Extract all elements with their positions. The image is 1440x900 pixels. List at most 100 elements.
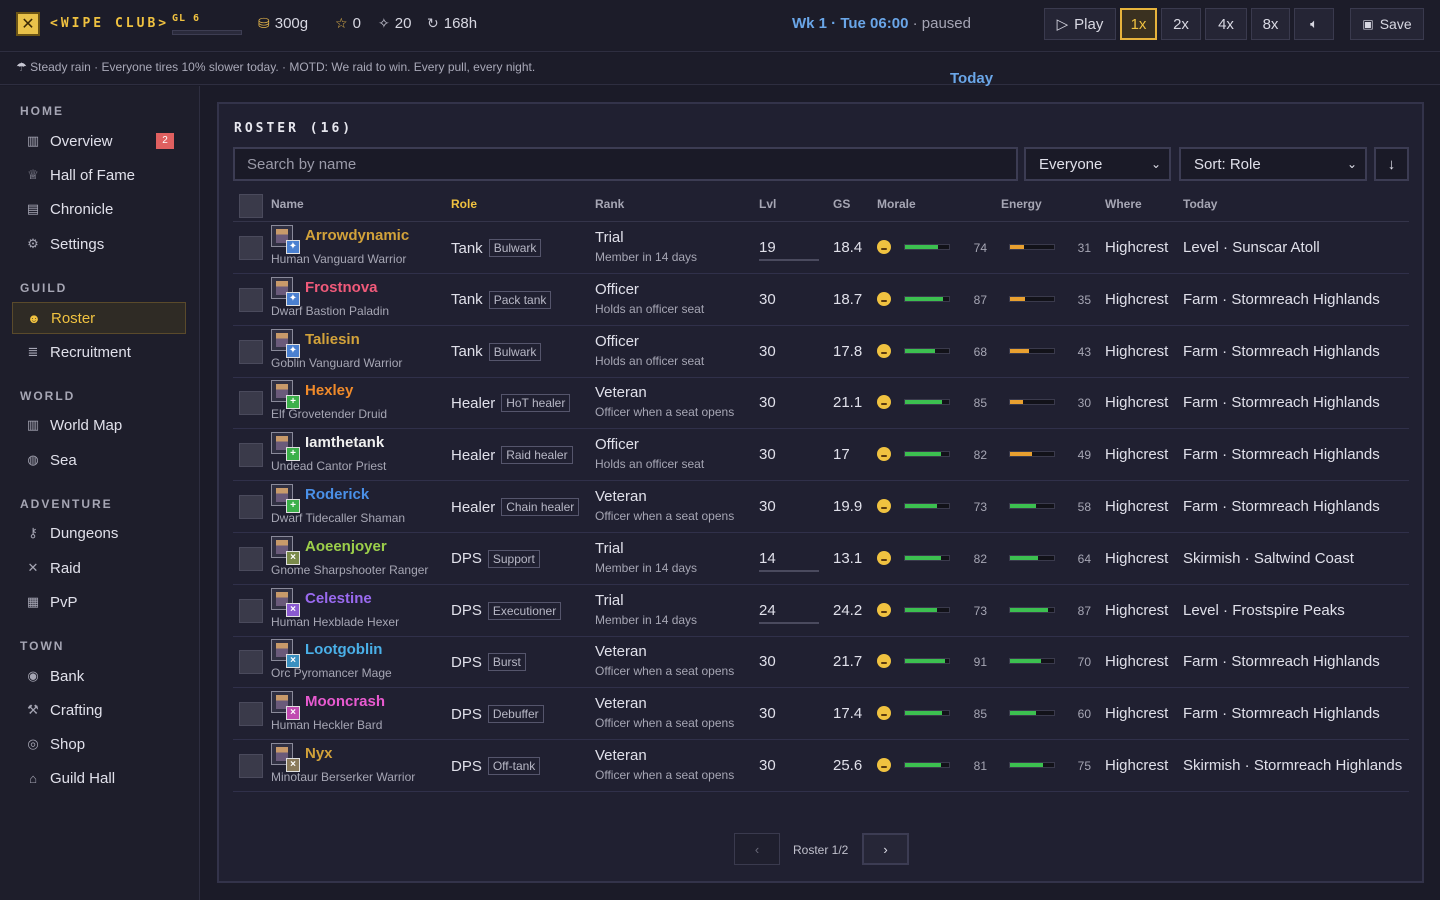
col-gs[interactable]: GS [833, 197, 850, 211]
col-morale[interactable]: Morale [877, 197, 916, 211]
sidebar-item-guild-hall[interactable]: ⌂ Guild Hall [12, 762, 186, 794]
prev-page-button[interactable]: ‹ [734, 833, 780, 865]
sort-select[interactable]: Sort: Role ⌄ [1179, 147, 1367, 181]
sidebar-item-overview[interactable]: ▥ Overview 2 [12, 125, 186, 157]
character-name[interactable]: Mooncrash [305, 693, 385, 710]
character-name[interactable]: Roderick [305, 486, 369, 503]
location: Highcrest [1105, 498, 1169, 515]
search-input[interactable] [233, 147, 1018, 181]
gear-score: 17 [833, 446, 850, 464]
sound-button[interactable]: 🔈︎ [1294, 8, 1334, 40]
select-all-checkbox[interactable] [239, 194, 263, 218]
sidebar-item-sea[interactable]: ◍ Sea [12, 444, 186, 476]
sparks-stat: ✧ 20 [378, 15, 411, 32]
row-checkbox[interactable] [239, 391, 263, 416]
morale-face-icon [877, 550, 891, 565]
top-bar: ✕ <WIPE CLUB> GL 6 ⛁ 300g ☆ 0 ✧ 20 ↻ 168… [0, 0, 1440, 52]
character-name[interactable]: Lootgoblin [305, 641, 382, 658]
character-name[interactable]: Frostnova [305, 279, 378, 296]
row-checkbox[interactable] [239, 287, 263, 312]
morale-value: 74 [973, 241, 987, 255]
rank-name: Veteran [595, 747, 647, 764]
row-checkbox[interactable] [239, 236, 263, 260]
row-checkbox[interactable] [239, 546, 263, 571]
motd-text: Steady rain · Everyone tires 10% slower … [30, 60, 536, 74]
energy-fill [1010, 659, 1041, 664]
speed-2x-button[interactable]: 2x [1161, 8, 1201, 40]
game-clock: Wk 1 · Tue 06:00 · paused [792, 15, 971, 32]
rank-name: Veteran [595, 695, 647, 713]
character-name[interactable]: Hexley [305, 382, 353, 399]
section-guild: GUILD [20, 281, 68, 295]
sidebar-item-hall-of-fame[interactable]: ♕ Hall of Fame [12, 159, 186, 191]
speed-1x-button[interactable]: 1x [1120, 8, 1157, 40]
sort-direction-button[interactable]: ↓ [1374, 147, 1409, 181]
col-lvl[interactable]: Lvl [759, 197, 776, 211]
gear-score: 21.7 [833, 653, 863, 671]
table-row[interactable]: + Roderick Dwarf Tidecaller Shaman Healer Ch… [233, 481, 1409, 533]
play-button[interactable]: ▷ Play [1044, 8, 1116, 40]
character-name[interactable]: Nyx [305, 745, 333, 762]
table-row[interactable]: ✦ Frostnova Dwarf Bastion Paladin Tank Pack … [233, 274, 1409, 326]
filter-select[interactable]: Everyone ⌄ [1024, 147, 1171, 181]
morale-fill [905, 763, 941, 767]
col-name[interactable]: Name [271, 197, 304, 211]
location: Highcrest [1105, 549, 1169, 567]
sidebar-item-chronicle[interactable]: ▤ Chronicle [12, 193, 186, 225]
gear-score: 17.4 [833, 705, 863, 723]
morale-fill [905, 504, 938, 508]
speed-4x-button[interactable]: 4x [1205, 8, 1247, 40]
save-button[interactable]: ▣ Save [1350, 8, 1424, 40]
row-checkbox[interactable] [239, 754, 263, 778]
next-page-button[interactable]: › [862, 833, 909, 865]
role-tag: Raid healer [501, 446, 573, 465]
speed-8x-button[interactable]: 8x [1251, 8, 1290, 40]
section-home: HOME [20, 104, 64, 118]
table-row[interactable]: × Lootgoblin Orc Pyromancer Mage DPS Burst Ve… [233, 636, 1409, 689]
gear-score: 21.1 [833, 394, 863, 412]
row-checkbox[interactable] [239, 443, 263, 468]
level-value: 30 [759, 653, 776, 671]
sidebar-item-dungeons[interactable]: ⚷ Dungeons [12, 517, 186, 549]
row-checkbox[interactable] [239, 495, 263, 519]
sidebar-item-recruitment[interactable]: ≣ Recruitment [12, 336, 186, 368]
character-name[interactable]: Celestine [305, 590, 372, 607]
table-row[interactable]: ✦ Arrowdynamic Human Vanguard Warrior Tank B… [233, 222, 1409, 274]
character-name[interactable]: Taliesin [305, 331, 360, 348]
sidebar-item-crafting[interactable]: ⚒ Crafting [12, 694, 186, 726]
today-activity: Farm · Stormreach Highlands [1183, 446, 1380, 464]
col-today[interactable]: Today [1183, 197, 1217, 211]
sidebar-item-settings[interactable]: ⚙ Settings [12, 228, 186, 260]
col-energy[interactable]: Energy [1001, 197, 1042, 211]
col-where[interactable]: Where [1105, 197, 1142, 211]
globe-icon: ◍ [27, 452, 39, 467]
sidebar-item-roster[interactable]: ☻ Roster [12, 302, 186, 334]
table-row[interactable]: × Nyx Minotaur Berserker Warrior DPS Off-tan… [233, 740, 1409, 792]
sidebar-item-raid[interactable]: ✕ Raid [12, 552, 186, 584]
table-row[interactable]: × Celestine Human Hexblade Hexer DPS Executi… [233, 585, 1409, 637]
table-row[interactable]: × Aoeenjoyer Gnome Sharpshooter Ranger DPS S… [233, 533, 1409, 585]
table-row[interactable]: × Mooncrash Human Heckler Bard DPS Debuffer V… [233, 688, 1409, 741]
character-name[interactable]: Iamthetank [305, 434, 384, 451]
gear-score: 18.4 [833, 239, 863, 256]
table-row[interactable]: + Hexley Elf Grovetender Druid Healer HoT he… [233, 377, 1409, 430]
role-name: Tank [451, 343, 483, 361]
sidebar-item-world-map[interactable]: ▥ World Map [12, 409, 186, 441]
character-avatar: ✦ [271, 276, 300, 306]
col-role[interactable]: Role [451, 197, 477, 211]
hours-value: 168h [443, 15, 478, 32]
sidebar-item-shop[interactable]: ◎ Shop [12, 728, 186, 760]
table-row[interactable]: ✦ Taliesin Goblin Vanguard Warrior Tank Bulw… [233, 326, 1409, 378]
table-row[interactable]: + Iamthetank Undead Cantor Priest Healer Rai… [233, 429, 1409, 482]
row-checkbox[interactable] [239, 339, 263, 364]
row-checkbox[interactable] [239, 650, 263, 675]
character-name[interactable]: Arrowdynamic [305, 227, 409, 244]
row-checkbox[interactable] [239, 598, 263, 623]
sidebar-item-bank[interactable]: ◉ Bank [12, 660, 186, 692]
role-cell: Tank Bulwark [451, 239, 542, 257]
col-rank[interactable]: Rank [595, 197, 624, 211]
today-activity: Farm · Stormreach Highlands [1183, 705, 1380, 723]
row-checkbox[interactable] [239, 702, 263, 727]
character-name[interactable]: Aoeenjoyer [305, 538, 387, 555]
sidebar-item-pvp[interactable]: ▦ PvP [12, 586, 186, 618]
